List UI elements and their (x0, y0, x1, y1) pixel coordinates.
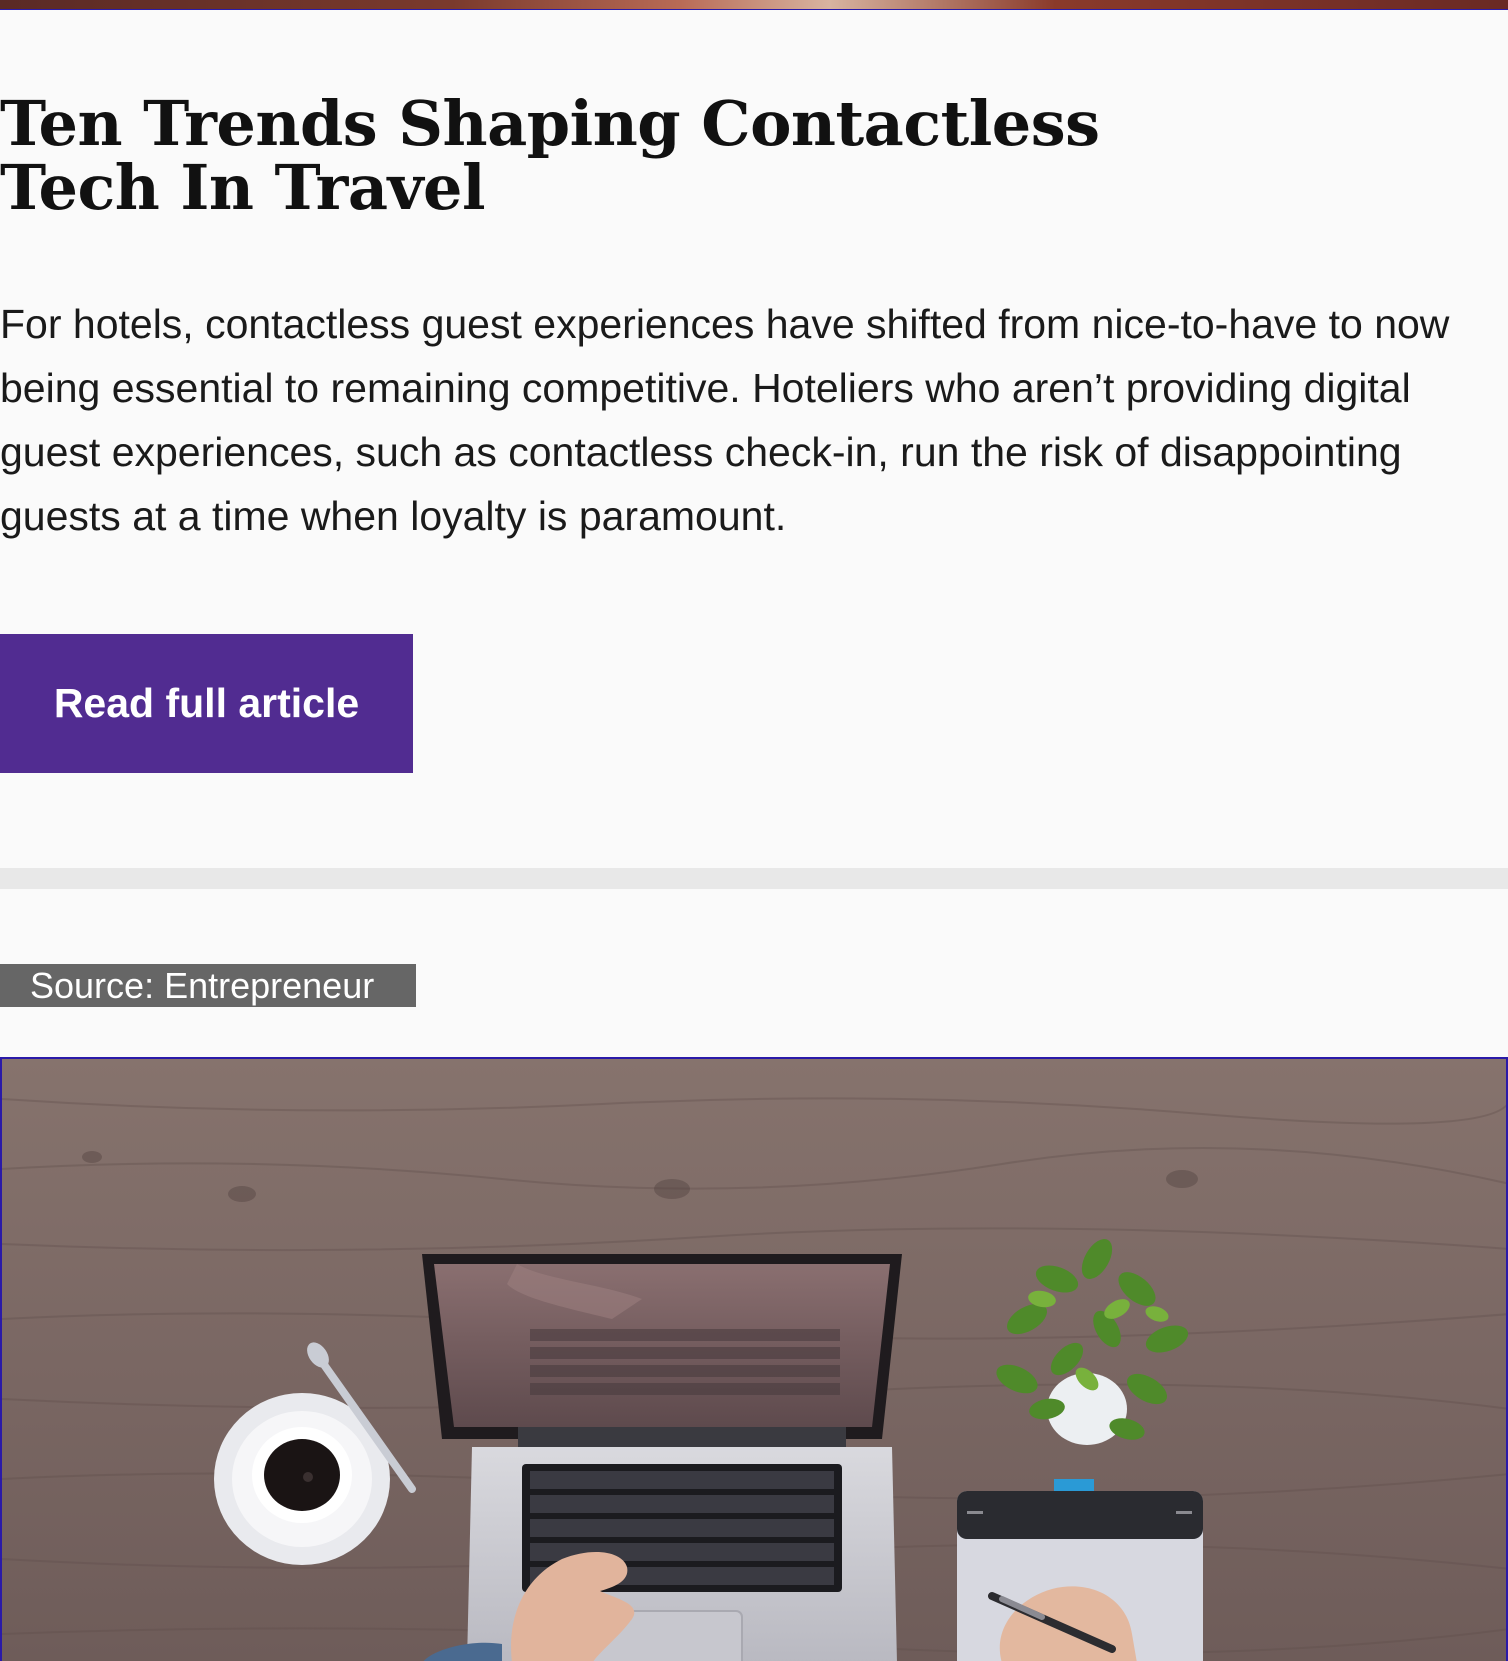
laptop (422, 1254, 902, 1661)
article-divider (0, 868, 1508, 889)
article-title-line-2: Tech In Travel (0, 151, 486, 224)
read-full-article-button[interactable]: Read full article (0, 634, 413, 773)
article-summary: For hotels, contactless guest experience… (0, 301, 1450, 539)
article-title-line-1: Ten Trends Shaping Contactless (0, 87, 1100, 160)
article-hero-image[interactable] (0, 1057, 1508, 1661)
laptop-desk-photo (2, 1059, 1506, 1661)
article-title[interactable]: Ten Trends Shaping Contactless Tech In Tr… (0, 92, 1200, 220)
source-badge: Source: Entrepreneur (0, 964, 416, 1007)
previous-article-image[interactable] (0, 0, 1508, 10)
